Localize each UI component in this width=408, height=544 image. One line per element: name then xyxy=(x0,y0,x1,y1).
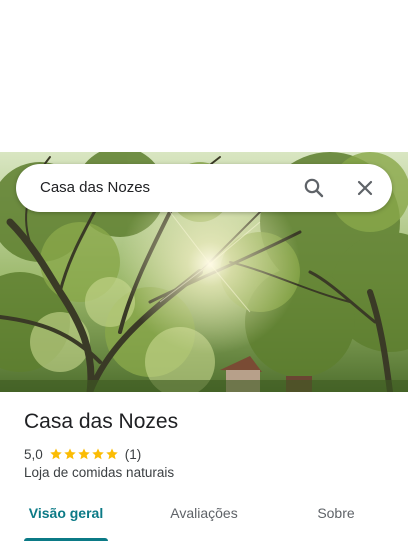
tab-sobre[interactable]: Sobre xyxy=(306,498,366,542)
rating-row[interactable]: 5,0 (1) xyxy=(24,445,141,463)
active-tab-indicator xyxy=(24,538,108,541)
place-info-panel: Casa das Nozes 5,0 (1) Loja de comidas n… xyxy=(0,392,408,544)
map-blank-area xyxy=(0,0,408,152)
rating-stars xyxy=(49,447,119,461)
tab-visao-geral[interactable]: Visão geral xyxy=(24,498,108,542)
rating-value: 5,0 xyxy=(24,446,43,462)
close-icon[interactable] xyxy=(353,176,377,200)
search-icon[interactable] xyxy=(302,176,326,200)
star-icon xyxy=(78,448,90,460)
place-category[interactable]: Loja de comidas naturais xyxy=(24,465,174,480)
tab-avaliacoes[interactable]: Avaliações xyxy=(158,498,250,542)
star-icon xyxy=(50,448,62,460)
star-icon xyxy=(106,448,118,460)
star-icon xyxy=(92,448,104,460)
place-tabs: Visão geral Avaliações Sobre xyxy=(0,498,408,544)
search-bar[interactable]: Casa das Nozes xyxy=(16,164,392,212)
search-input[interactable]: Casa das Nozes xyxy=(40,179,150,196)
star-icon xyxy=(64,448,76,460)
place-title: Casa das Nozes xyxy=(24,410,179,433)
review-count-link[interactable]: (1) xyxy=(125,447,142,462)
